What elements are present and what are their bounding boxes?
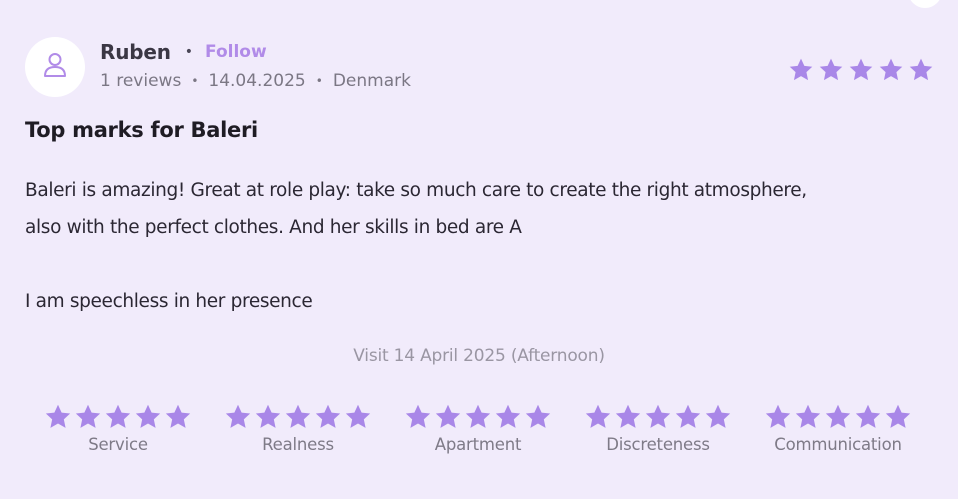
- star-icon: [255, 404, 281, 428]
- star-icon: [585, 404, 611, 428]
- separator-dot: •: [184, 44, 194, 60]
- review-body: Baleri is amazing! Great at role play: t…: [25, 172, 940, 320]
- reviewer-name[interactable]: Ruben: [100, 40, 171, 64]
- reviewer-header: Ruben • Follow: [100, 38, 267, 66]
- visit-info: Visit 14 April 2025 (Afternoon): [353, 346, 605, 366]
- overall-rating: [788, 57, 934, 83]
- separator-dot: •: [315, 74, 323, 88]
- star-icon: [825, 404, 851, 428]
- review-text-line: Baleri is amazing! Great at role play: t…: [25, 180, 807, 201]
- star-icon: [819, 58, 843, 81]
- star-icon: [405, 404, 431, 428]
- category-apartment: Apartment: [388, 403, 568, 454]
- star-icon: [879, 58, 903, 81]
- category-ratings: Service Realness Apartment Discreteness Comm…: [28, 403, 928, 454]
- category-discreteness: Discreteness: [568, 403, 748, 454]
- star-icon: [909, 58, 933, 81]
- star-icon: [795, 404, 821, 428]
- category-label: Service: [88, 435, 148, 454]
- review-text-line: I am speechless in her presence: [25, 291, 313, 312]
- star-icon: [435, 404, 461, 428]
- star-icon: [705, 404, 731, 428]
- star-icon: [855, 404, 881, 428]
- star-icon: [885, 404, 911, 428]
- star-icon: [45, 404, 71, 428]
- category-label: Realness: [262, 435, 334, 454]
- reviews-count: 1 reviews: [100, 71, 182, 91]
- review-title: Top marks for Baleri: [25, 118, 258, 142]
- category-label: Discreteness: [606, 435, 710, 454]
- category-stars: [584, 403, 732, 431]
- star-icon: [849, 58, 873, 81]
- star-icon: [675, 404, 701, 428]
- category-label: Apartment: [434, 435, 522, 454]
- star-icon: [225, 404, 251, 428]
- star-icon: [135, 404, 161, 428]
- star-icon: [645, 404, 671, 428]
- review-text-line: also with the perfect clothes. And her s…: [25, 217, 522, 238]
- category-stars: [224, 403, 372, 431]
- star-icon: [525, 404, 551, 428]
- separator-dot: •: [191, 74, 199, 88]
- category-communication: Communication: [748, 403, 928, 454]
- category-stars: [404, 403, 552, 431]
- star-icon: [789, 58, 813, 81]
- avatar: [25, 37, 85, 97]
- follow-button[interactable]: Follow: [205, 42, 267, 62]
- star-icon: [105, 404, 131, 428]
- star-icon: [165, 404, 191, 428]
- reviewer-meta: 1 reviews • 14.04.2025 • Denmark: [100, 69, 411, 93]
- star-icon: [75, 404, 101, 428]
- star-icon: [465, 404, 491, 428]
- star-icon: [315, 404, 341, 428]
- star-icon: [615, 404, 641, 428]
- review-date: 14.04.2025: [208, 71, 306, 91]
- category-label: Communication: [774, 435, 902, 454]
- star-icon: [285, 404, 311, 428]
- category-service: Service: [28, 403, 208, 454]
- user-icon: [42, 51, 68, 83]
- category-stars: [44, 403, 192, 431]
- star-icon: [345, 404, 371, 428]
- corner-button[interactable]: [908, 0, 942, 8]
- reviewer-country: Denmark: [332, 71, 411, 91]
- star-icon: [495, 404, 521, 428]
- star-icon: [765, 404, 791, 428]
- category-realness: Realness: [208, 403, 388, 454]
- category-stars: [764, 403, 912, 431]
